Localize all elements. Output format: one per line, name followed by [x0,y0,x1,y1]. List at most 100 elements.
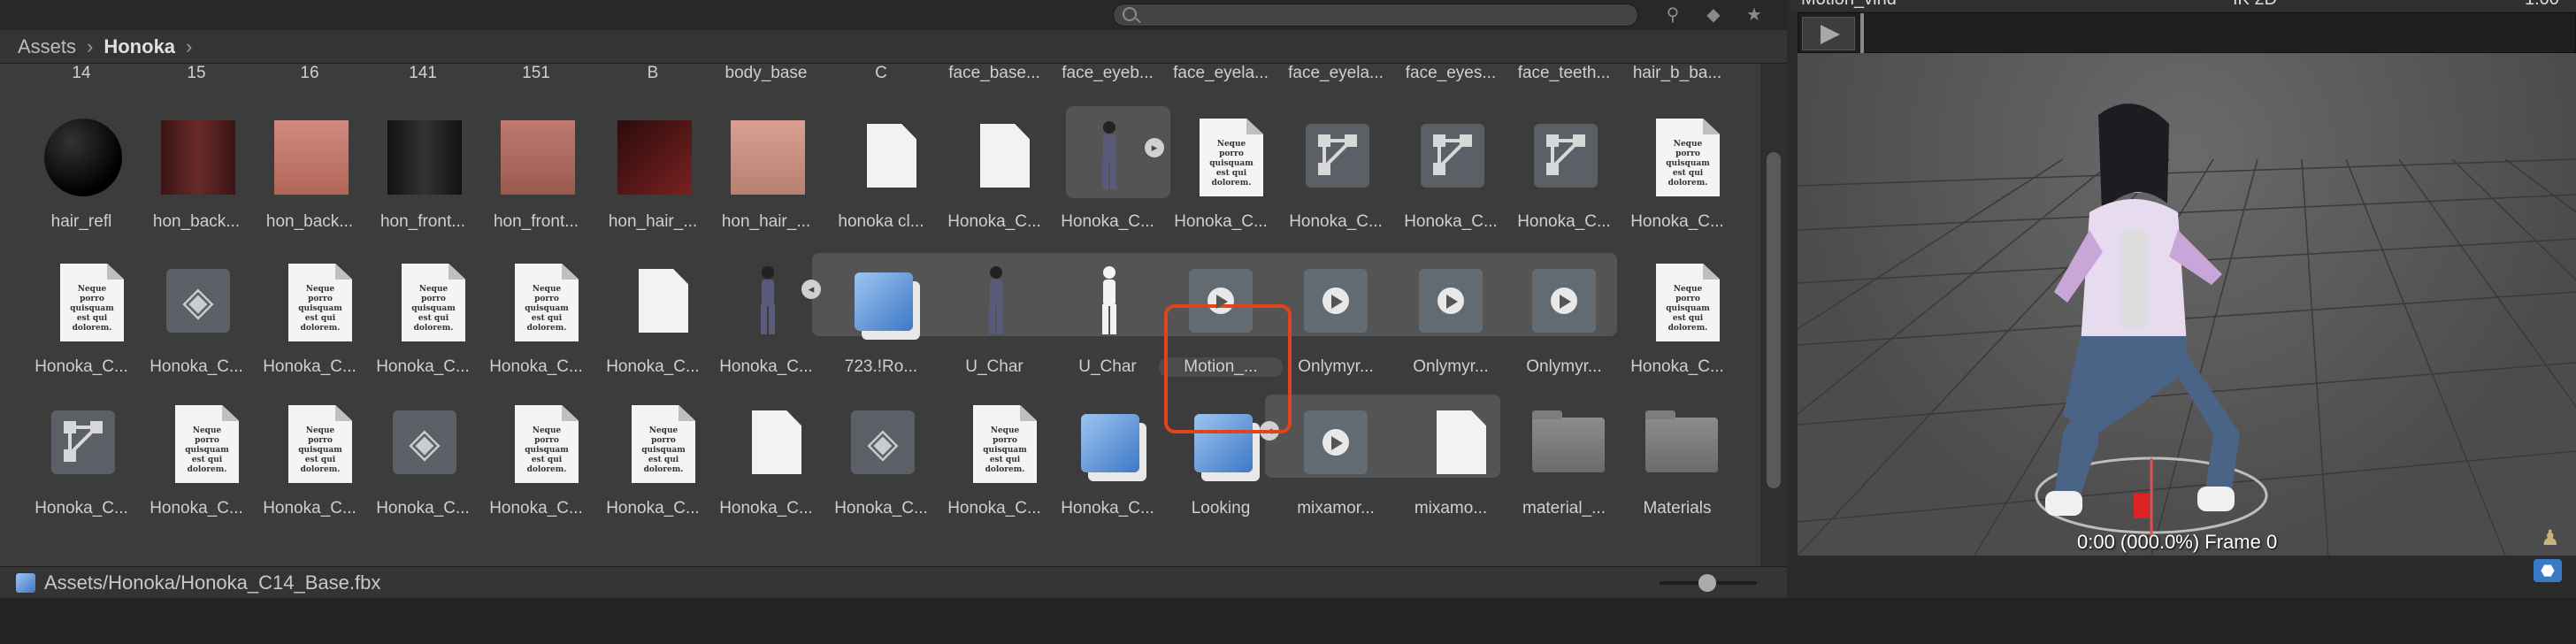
filter-by-type-icon[interactable]: ⚲ [1661,4,1684,27]
asset-label: Onlymyr... [1413,357,1489,376]
asset-tile[interactable]: Neque porro quisquam est qui dolorem. Hon… [596,393,709,525]
asset-label: face_teeth... [1517,64,1611,82]
asset-tile[interactable]: hon_back... [140,106,253,239]
asset-label: 16 [300,64,319,82]
slider-knob[interactable] [1698,574,1716,592]
timeline-scrubber[interactable] [1860,13,1864,54]
asset-tile[interactable]: Honoka_C... [1507,106,1621,239]
animation-clip-icon [1410,260,1491,341]
text-document-icon: Neque porro quisquam est qui dolorem. [954,402,1037,483]
asset-tile[interactable]: Neque porro quisquam est qui dolorem. Hon… [140,393,253,525]
asset-tile[interactable]: honoka cl... [824,106,938,239]
asset-tile[interactable]: Neque porro quisquam est qui dolorem. Hon… [366,251,479,384]
asset-label: Honoka_C... [150,357,243,376]
preview-viewport[interactable]: 0:00 (000.0%) Frame 0 ♟ [1798,53,2576,556]
asset-tile[interactable]: Neque porro quisquam est qui dolorem. Hon… [25,251,138,384]
foldout-arrow-icon[interactable]: ◂ [801,280,821,299]
unity-scene-icon: ◈ [382,402,464,483]
bottom-edge [0,598,2576,644]
asset-tile[interactable]: Honoka_C... [596,251,709,384]
thumbnail-size-slider[interactable] [1660,574,1757,592]
avatar-selector-icon[interactable]: ♟ [2541,525,2564,552]
asset-label: Honoka_C... [1061,212,1154,231]
asset-tile[interactable]: Neque porro quisquam est qui dolorem. Hon… [253,393,366,525]
asset-tile[interactable]: ◈ Honoka_C... [366,393,479,525]
animation-clip-icon [1295,260,1376,341]
asset-tile[interactable]: Onlymyr... [1279,251,1392,384]
asset-label: Honoka_C... [1517,212,1611,231]
asset-labels-icon[interactable]: ⬣ [2534,559,2562,582]
asset-tile[interactable]: Onlymyr... [1394,251,1507,384]
play-button[interactable] [1802,17,1855,50]
asset-tile[interactable]: ◈ Honoka_C... [824,393,938,525]
asset-label: Honoka_C... [34,499,128,518]
asset-tile[interactable]: Honoka_C... [709,393,823,525]
animator-controller-icon [1295,115,1376,196]
asset-tile[interactable]: Honoka_C... [1051,106,1164,239]
asset-tile[interactable]: Honoka_C... [938,106,1051,239]
document-preview-text: Neque porro quisquam est qui dolorem. [1200,119,1263,196]
asset-label: hair_b_ba... [1632,64,1722,82]
asset-tile[interactable]: U_Char [1051,251,1164,384]
asset-label: 151 [522,64,550,82]
breadcrumb-assets[interactable]: Assets [18,35,76,58]
asset-tile[interactable]: Neque porro quisquam est qui dolorem. Hon… [479,251,593,384]
asset-tile[interactable]: Honoka_C... [25,393,138,525]
character-model-icon [954,260,1035,341]
foldout-arrow-icon[interactable]: ▸ [1145,138,1164,157]
asset-tile[interactable]: ◈ Honoka_C... [140,251,253,384]
asset-grid-scrollbar[interactable] [1760,64,1787,566]
asset-label: face_eyeb... [1062,64,1154,82]
texture-thumbnail [269,115,350,196]
ik-2d-toggles[interactable]: IK 2D [2233,0,2277,10]
asset-label: face_base... [948,64,1040,82]
project-toolbar: ⚲ ◆ ★ [0,0,1787,30]
playback-speed-value: 1.00 [2525,0,2559,10]
asset-tile[interactable]: hon_back... [253,106,366,239]
asset-label: Honoka_C... [719,499,813,518]
document-preview-text: Neque porro quisquam est qui dolorem. [402,264,465,341]
asset-tile[interactable]: U_Char [938,251,1051,384]
asset-label: Honoka_C... [606,499,700,518]
asset-tile[interactable]: 723.!Ro... [824,251,938,384]
asset-tile[interactable]: hon_hair_... [709,106,823,239]
breadcrumb-honoka[interactable]: Honoka [104,35,175,58]
asset-tile[interactable]: mixamor... [1279,393,1392,525]
asset-tile[interactable]: Honoka_C... [1051,393,1164,525]
search-input[interactable] [1113,4,1638,27]
asset-tile[interactable]: Honoka_C... [709,251,823,384]
scrollbar-thumb[interactable] [1767,152,1781,488]
asset-tile[interactable]: Neque porro quisquam est qui dolorem. Hon… [1164,106,1277,239]
unity-scene-icon: ◈ [156,260,237,341]
document-preview-text: Neque porro quisquam est qui dolorem. [515,405,579,483]
asset-tile[interactable]: Honoka_C... [1394,106,1507,239]
asset-label: hon_hair_... [721,212,811,231]
favorite-star-icon[interactable]: ★ [1743,4,1766,27]
asset-tile[interactable]: mixamo... [1394,393,1507,525]
asset-tile[interactable]: hon_hair_... [596,106,709,239]
asset-tile[interactable]: hon_front... [366,106,479,239]
text-document-icon: Neque porro quisquam est qui dolorem. [156,402,239,483]
asset-tile[interactable]: Neque porro quisquam est qui dolorem. Hon… [938,393,1051,525]
asset-tile[interactable]: Honoka_C... [1279,106,1392,239]
preview-timeline[interactable] [1798,12,2576,54]
asset-tile[interactable]: hair_refl [25,106,138,239]
asset-tile[interactable]: Neque porro quisquam est qui dolorem. Hon… [479,393,593,525]
prefab-cube-icon [840,260,922,341]
document-preview-text: Neque porro quisquam est qui dolorem. [515,264,579,341]
asset-tile[interactable]: Neque porro quisquam est qui dolorem. Hon… [1621,251,1734,384]
animation-preview-panel: Motion_vind IK 2D 1.00 [1790,0,2576,598]
asset-tile[interactable]: Materials [1621,393,1734,525]
text-document-icon: Neque porro quisquam est qui dolorem. [41,260,124,341]
asset-tile[interactable]: material_... [1507,393,1621,525]
filter-by-label-icon[interactable]: ◆ [1702,4,1725,27]
asset-tile[interactable]: Neque porro quisquam est qui dolorem. Hon… [253,251,366,384]
asset-label: C [875,64,887,82]
texture-thumbnail [156,115,237,196]
document-preview-text: Neque porro quisquam est qui dolorem. [973,405,1037,483]
asset-label: Honoka_C... [1174,212,1268,231]
asset-tile[interactable]: hon_front... [479,106,593,239]
asset-tile[interactable]: Neque porro quisquam est qui dolorem. Hon… [1621,106,1734,239]
asset-label: Onlymyr... [1526,357,1602,376]
asset-tile[interactable]: Onlymyr... [1507,251,1621,384]
